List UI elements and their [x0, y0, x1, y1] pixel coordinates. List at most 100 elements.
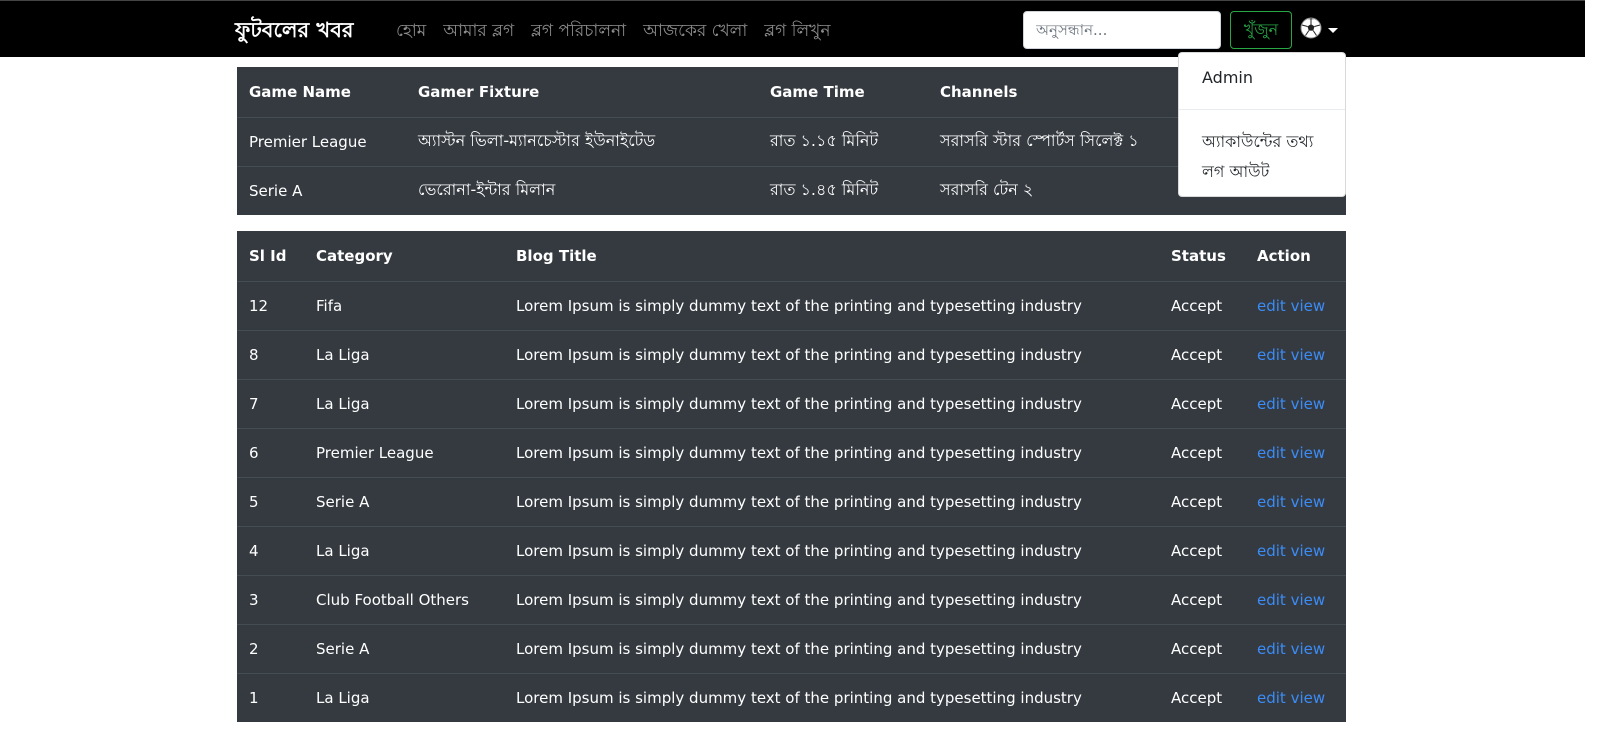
soccer-ball-icon	[1300, 17, 1322, 43]
blog-category: Club Football Others	[316, 590, 469, 609]
blog-id: 3	[249, 590, 259, 609]
fixture-time: রাত ১.৪৫ মিনিট	[770, 180, 879, 200]
table-row: 2 Serie A Lorem Ipsum is simply dummy text…	[237, 624, 1346, 673]
nav-link-blog-manage[interactable]: ব্লগ পরিচালনা	[531, 18, 626, 46]
blog-category: Fifa	[316, 296, 343, 315]
view-link[interactable]: view	[1291, 640, 1326, 658]
nav-link-write-blog[interactable]: ব্লগ লিখুন	[764, 18, 830, 46]
blogs-header-action: Action	[1257, 246, 1311, 265]
blog-category: La Liga	[316, 688, 370, 707]
blog-actions: edit view	[1245, 428, 1346, 477]
blog-category: La Liga	[316, 394, 370, 413]
blog-status: Accept	[1171, 345, 1223, 364]
edit-link[interactable]: edit	[1257, 297, 1286, 315]
blogs-header-id: Sl Id	[249, 246, 287, 265]
blogs-header-category: Category	[316, 246, 393, 265]
fixtures-header-time: Game Time	[770, 82, 865, 101]
blogs-header-status: Status	[1171, 246, 1226, 265]
table-row: 1 La Liga Lorem Ipsum is simply dummy text…	[237, 673, 1346, 722]
table-row: 5 Serie A Lorem Ipsum is simply dummy text…	[237, 477, 1346, 526]
view-link[interactable]: view	[1291, 297, 1326, 315]
blog-status: Accept	[1171, 541, 1223, 560]
blog-status: Accept	[1171, 688, 1223, 707]
nav-link-todays-game[interactable]: আজকের খেলা	[643, 18, 747, 46]
edit-link[interactable]: edit	[1257, 689, 1286, 707]
view-link[interactable]: view	[1291, 346, 1326, 364]
blog-status: Accept	[1171, 296, 1223, 315]
blog-actions: edit view	[1245, 330, 1346, 379]
blog-id: 2	[249, 639, 259, 658]
blog-title: Lorem Ipsum is simply dummy text of the …	[516, 443, 1082, 462]
blog-category: La Liga	[316, 345, 370, 364]
blog-actions: edit view	[1245, 379, 1346, 428]
table-row: 3 Club Football Others Lorem Ipsum is simp…	[237, 575, 1346, 624]
dropdown-logout[interactable]: লগ আউট	[1202, 159, 1269, 186]
blog-title: Lorem Ipsum is simply dummy text of the …	[516, 688, 1082, 707]
nav-links: হোম আমার ব্লগ ব্লগ পরিচালনা আজকের খেলা ব…	[396, 18, 830, 46]
edit-link[interactable]: edit	[1257, 493, 1286, 511]
blog-title: Lorem Ipsum is simply dummy text of the …	[516, 296, 1082, 315]
top-navbar: ফুটবলের খবর হোম আমার ব্লগ ব্লগ পরিচালনা …	[0, 0, 1585, 57]
user-dropdown-menu: Admin অ্যাকাউন্টের তথ্য লগ আউট	[1178, 52, 1346, 197]
blog-actions: edit view	[1245, 673, 1346, 722]
table-row: 12 Fifa Lorem Ipsum is simply dummy text o…	[237, 281, 1346, 330]
blog-actions: edit view	[1245, 477, 1346, 526]
blog-category: Premier League	[316, 443, 434, 462]
fixture-teams: অ্যাস্টন ভিলা-ম্যানচেস্টার ইউনাইটেড	[418, 131, 656, 150]
search-input[interactable]	[1023, 11, 1221, 49]
blog-id: 6	[249, 443, 259, 462]
search-button[interactable]: খুঁজুন	[1230, 11, 1292, 49]
edit-link[interactable]: edit	[1257, 346, 1286, 364]
view-link[interactable]: view	[1291, 542, 1326, 560]
blog-title: Lorem Ipsum is simply dummy text of the …	[516, 394, 1082, 413]
dropdown-admin-label[interactable]: Admin	[1202, 68, 1253, 87]
blog-actions: edit view	[1245, 624, 1346, 673]
view-link[interactable]: view	[1291, 493, 1326, 511]
blog-status: Accept	[1171, 394, 1223, 413]
blog-title: Lorem Ipsum is simply dummy text of the …	[516, 541, 1082, 560]
blog-id: 1	[249, 688, 259, 707]
edit-link[interactable]: edit	[1257, 395, 1286, 413]
blog-title: Lorem Ipsum is simply dummy text of the …	[516, 345, 1082, 364]
fixtures-header-game-name: Game Name	[249, 82, 351, 101]
nav-link-home[interactable]: হোম	[396, 18, 426, 46]
blog-status: Accept	[1171, 443, 1223, 462]
fixtures-header-fixture: Gamer Fixture	[418, 82, 540, 101]
blog-id: 7	[249, 394, 259, 413]
brand-logo[interactable]: ফুটবলের খবর	[235, 14, 353, 49]
view-link[interactable]: view	[1291, 591, 1326, 609]
view-link[interactable]: view	[1291, 444, 1326, 462]
view-link[interactable]: view	[1291, 689, 1326, 707]
blog-actions: edit view	[1245, 575, 1346, 624]
blog-title: Lorem Ipsum is simply dummy text of the …	[516, 492, 1082, 511]
blog-actions: edit view	[1245, 281, 1346, 330]
edit-link[interactable]: edit	[1257, 640, 1286, 658]
dropdown-divider	[1179, 109, 1345, 110]
table-row: 7 La Liga Lorem Ipsum is simply dummy text…	[237, 379, 1346, 428]
nav-link-my-blog[interactable]: আমার ব্লগ	[443, 18, 514, 46]
blog-status: Accept	[1171, 492, 1223, 511]
blogs-table: Sl Id Category Blog Title Status Action …	[237, 231, 1346, 722]
user-menu-toggle[interactable]	[1300, 17, 1342, 43]
blog-category: La Liga	[316, 541, 370, 560]
dropdown-account-info[interactable]: অ্যাকাউন্টের তথ্য	[1202, 129, 1313, 156]
fixture-time: রাত ১.১৫ মিনিট	[770, 131, 879, 150]
edit-link[interactable]: edit	[1257, 542, 1286, 560]
blog-title: Lorem Ipsum is simply dummy text of the …	[516, 639, 1082, 658]
edit-link[interactable]: edit	[1257, 591, 1286, 609]
fixture-game-name: Serie A	[249, 181, 303, 200]
blog-id: 5	[249, 492, 259, 511]
blog-id: 12	[249, 296, 269, 315]
view-link[interactable]: view	[1291, 395, 1326, 413]
table-row: 6 Premier League Lorem Ipsum is simply dum…	[237, 428, 1346, 477]
blogs-header-row: Sl Id Category Blog Title Status Action	[237, 231, 1346, 281]
blog-category: Serie A	[316, 639, 370, 658]
fixture-game-name: Premier League	[249, 132, 367, 151]
blog-title: Lorem Ipsum is simply dummy text of the …	[516, 590, 1082, 609]
blog-status: Accept	[1171, 639, 1223, 658]
edit-link[interactable]: edit	[1257, 444, 1286, 462]
blogs-header-title: Blog Title	[516, 246, 597, 265]
blog-category: Serie A	[316, 492, 370, 511]
fixture-teams: ভেরোনা-ইন্টার মিলান	[418, 180, 556, 200]
blog-id: 8	[249, 345, 259, 364]
